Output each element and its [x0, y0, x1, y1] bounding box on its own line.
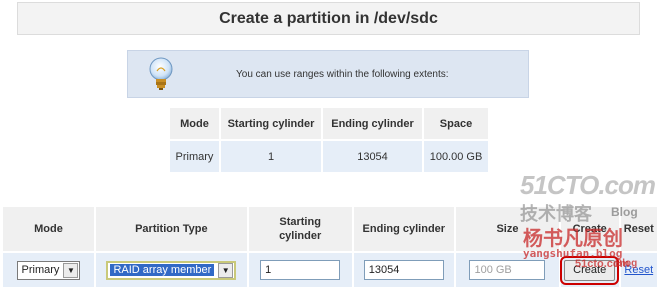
- ending-cylinder-input[interactable]: 13054: [363, 260, 444, 280]
- mode-select[interactable]: Primary ▼: [16, 260, 81, 280]
- mode-cell: Primary ▼: [3, 253, 94, 287]
- table-row: Primary ▼ RAID array member ▼ 1 13054 10…: [3, 253, 657, 287]
- start-cell: 1: [248, 253, 352, 287]
- info-box: You can use ranges within the following …: [127, 50, 529, 98]
- header-ending-cylinder: Ending cylinder: [353, 207, 455, 251]
- mode-select-value: Primary: [21, 264, 60, 276]
- header-create: Create: [560, 207, 619, 251]
- extents-header-end: Ending cylinder: [323, 108, 422, 139]
- reset-cell: Reset: [620, 253, 657, 287]
- create-button[interactable]: Create: [560, 255, 620, 285]
- page-title-text: Create a partition in /dev/sdc: [219, 9, 438, 27]
- extents-cell-space: 100.00 GB: [424, 141, 488, 172]
- extents-cell-end: 13054: [323, 141, 422, 172]
- header-start-line1: Starting: [279, 216, 321, 228]
- partition-type-select[interactable]: RAID array member ▼: [106, 260, 237, 280]
- header-start-line2: cylinder: [279, 230, 322, 242]
- partition-form-table: Mode Partition Type Starting cylinder En…: [1, 205, 658, 287]
- watermark-51cto: 51CTO.com: [520, 170, 656, 200]
- chevron-down-icon[interactable]: ▼: [218, 262, 234, 278]
- extents-header-mode: Mode: [170, 108, 219, 139]
- extents-cell-start: 1: [221, 141, 321, 172]
- table-row: Primary 1 13054 100.00 GB: [170, 141, 488, 172]
- info-message: You can use ranges within the following …: [236, 68, 449, 80]
- header-mode: Mode: [3, 207, 94, 251]
- create-cell: Create: [560, 253, 620, 287]
- starting-cylinder-input[interactable]: 1: [260, 260, 341, 280]
- end-cell: 13054: [353, 253, 455, 287]
- header-size: Size: [456, 207, 559, 251]
- page-title: Create a partition in /dev/sdc: [17, 2, 640, 35]
- extents-header-row: Mode Starting cylinder Ending cylinder S…: [170, 108, 488, 139]
- extents-cell-mode: Primary: [170, 141, 219, 172]
- header-reset: Reset: [620, 207, 657, 251]
- header-starting-cylinder: Starting cylinder: [248, 207, 352, 251]
- reset-link[interactable]: Reset: [624, 264, 653, 276]
- header-partition-type: Partition Type: [95, 207, 247, 251]
- partition-header-row: Mode Partition Type Starting cylinder En…: [3, 207, 657, 251]
- size-cell: 100 GB: [456, 253, 559, 287]
- chevron-down-icon[interactable]: ▼: [63, 262, 79, 278]
- partition-type-cell: RAID array member ▼: [95, 253, 247, 287]
- extents-header-start: Starting cylinder: [221, 108, 321, 139]
- lightbulb-icon: [149, 57, 173, 90]
- size-input[interactable]: 100 GB: [469, 260, 546, 280]
- extents-table: Mode Starting cylinder Ending cylinder S…: [168, 106, 490, 174]
- partition-type-value: RAID array member: [110, 264, 215, 276]
- extents-header-space: Space: [424, 108, 488, 139]
